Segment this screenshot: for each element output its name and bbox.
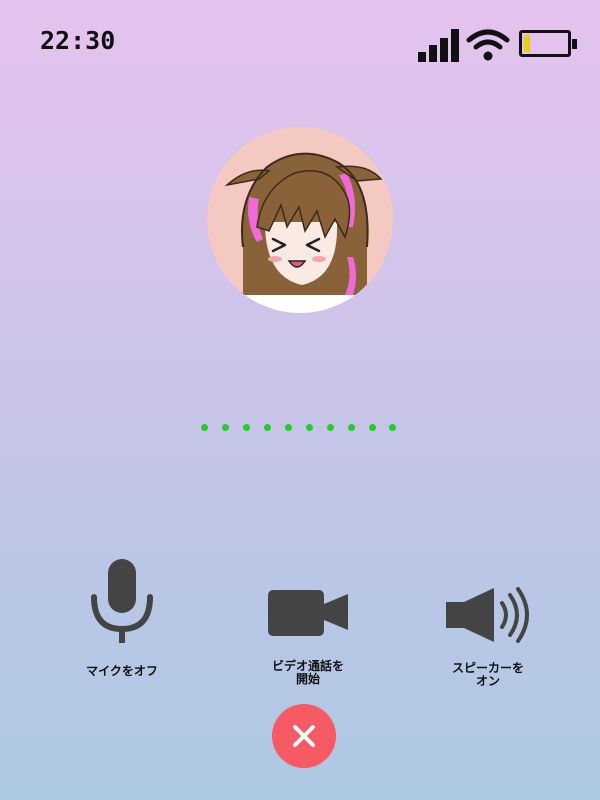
battery-level	[524, 35, 530, 52]
video-call-label-line2: 開始	[295, 672, 320, 686]
speaker-on-button[interactable]: スピーカーを オン	[418, 585, 558, 695]
connecting-dot	[348, 424, 355, 431]
microphone-icon	[52, 555, 192, 645]
connecting-dot	[369, 424, 376, 431]
connecting-dot	[285, 424, 292, 431]
start-video-call-button[interactable]: ビデオ通話を 開始	[238, 580, 378, 690]
mute-mic-button[interactable]: マイクをオフ	[52, 555, 192, 685]
connecting-dot	[306, 424, 313, 431]
connecting-indicator	[201, 424, 401, 432]
speaker-label-line2: オン	[475, 674, 500, 688]
video-camera-icon	[238, 580, 378, 670]
mute-mic-label: マイクをオフ	[86, 664, 158, 678]
connecting-dot	[243, 424, 250, 431]
status-time: 22:30	[40, 26, 116, 55]
connecting-dot	[389, 424, 396, 431]
connecting-dot	[327, 424, 334, 431]
end-call-button[interactable]	[272, 704, 336, 768]
wifi-icon	[466, 28, 510, 62]
close-icon	[293, 725, 315, 747]
connecting-dot	[201, 424, 208, 431]
connecting-dot	[222, 424, 229, 431]
signal-icon	[418, 28, 464, 62]
battery-icon	[519, 30, 577, 57]
connecting-dot	[264, 424, 271, 431]
caller-avatar	[207, 127, 393, 313]
